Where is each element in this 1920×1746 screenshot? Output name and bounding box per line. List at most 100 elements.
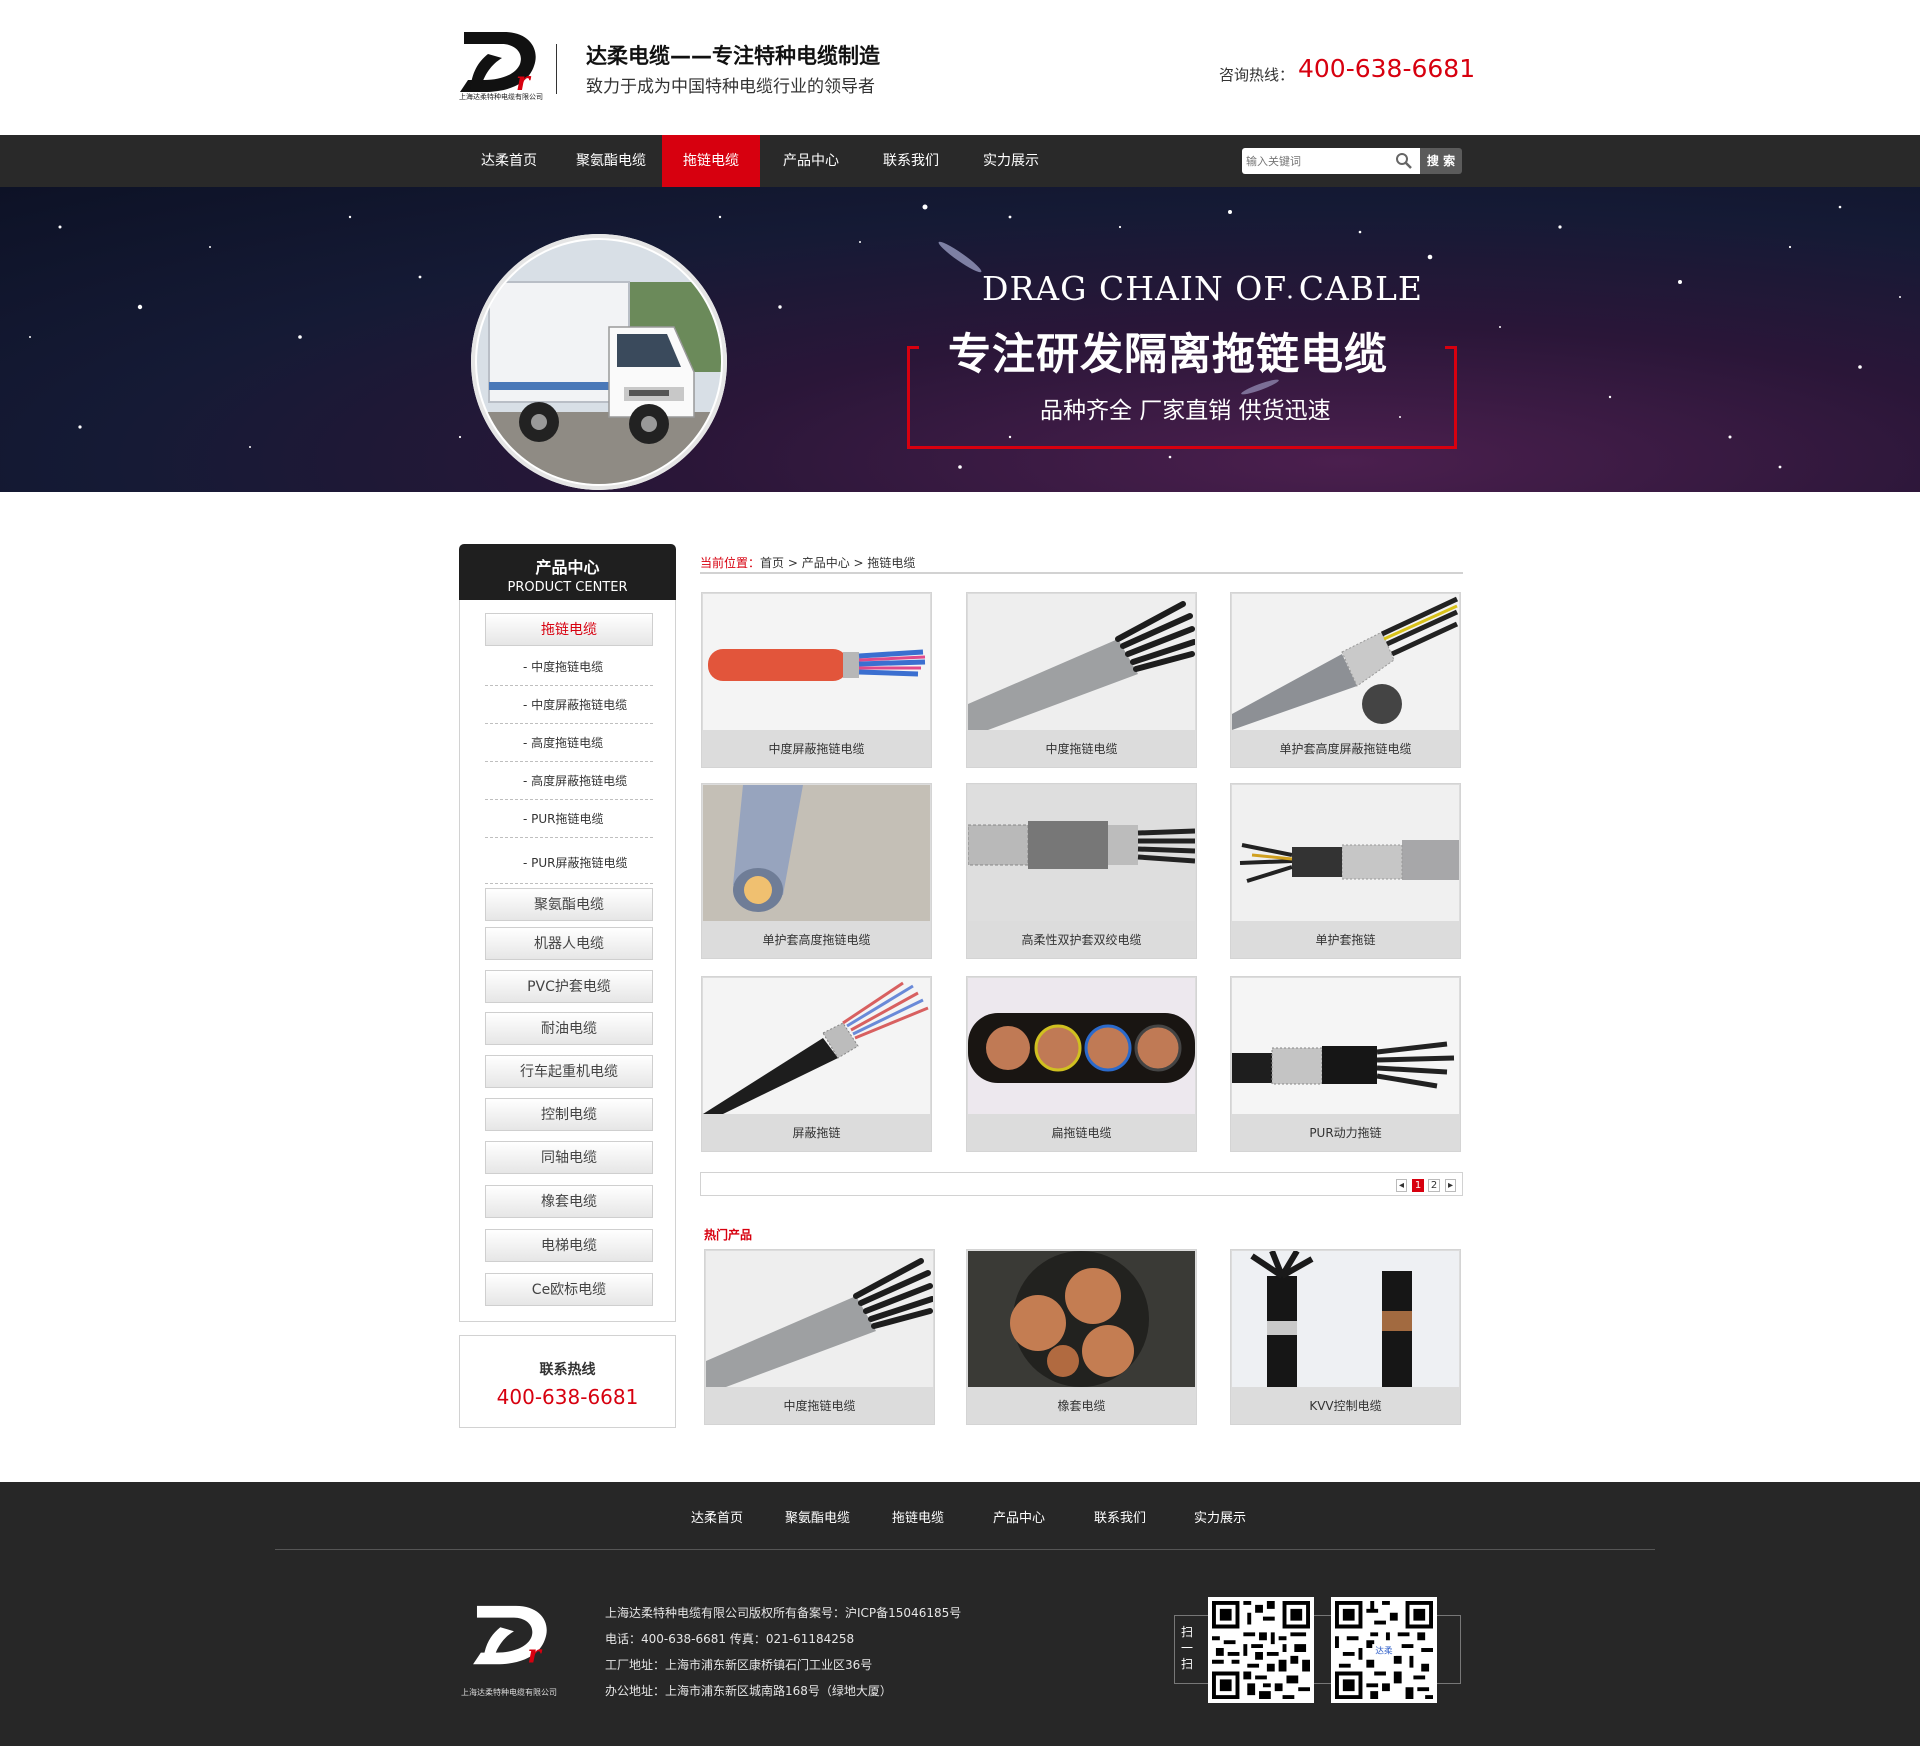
product-card[interactable]: 扁拖链电缆 [966,976,1197,1152]
shielded-cable-photo [1232,594,1459,730]
product-name: KVV控制电缆 [1309,1399,1382,1413]
hero-banner: DRAG CHAIN OF CABLE 专注研发隔离拖链电缆 品种齐全 厂家直销… [0,187,1920,492]
nav-item-product-center[interactable]: 产品中心 [766,135,856,187]
pagination-page-2[interactable]: 2 [1428,1179,1440,1192]
kvv-cable-photo [1232,1251,1459,1387]
brand-slogan: 致力于成为中国特种电缆行业的领导者 [586,77,875,97]
product-card[interactable]: 单护套高度拖链电缆 [701,783,932,959]
grey-cable-photo [968,594,1195,730]
footer-nav-home[interactable]: 达柔首页 [691,1507,743,1526]
hot-product-card[interactable]: 橡套电缆 [966,1249,1197,1425]
qr-code-icon: 达柔 [1331,1597,1437,1703]
nav-item-contact-us[interactable]: 联系我们 [866,135,956,187]
footer-copyright: 上海达柔特种电缆有限公司版权所有备案号：沪ICP备15046185号 [605,1606,962,1620]
sidebar-item[interactable]: 耐油电缆 [485,1012,653,1045]
search-input[interactable] [1242,148,1392,174]
search-box [1242,148,1420,174]
product-name: 单护套高度拖链电缆 [762,933,871,947]
breadcrumb-product-center-link[interactable]: 产品中心 [802,556,850,570]
product-name: 屏蔽拖链 [792,1126,841,1140]
footer-logo: r [473,1605,547,1668]
sidebar-subitem[interactable]: - 中度屏蔽拖链电缆 [485,686,653,724]
sidebar-subitem[interactable]: - 高度屏蔽拖链电缆 [485,762,653,800]
footer-office-address: 办公地址：上海市浦东新区城南路168号（绿地大厦） [605,1684,892,1698]
product-card[interactable]: PUR动力拖链 [1230,976,1461,1152]
footer-logo-subtitle: 上海达柔特种电缆有限公司 [461,1688,557,1697]
sidebar-item[interactable]: PVC护套电缆 [485,970,653,1003]
nav-item-drag-chain-cable[interactable]: 拖链电缆 [662,135,760,187]
sidebar-item[interactable]: 电梯电缆 [485,1229,653,1262]
product-card[interactable]: 高柔性双护套双绞电缆 [966,783,1197,959]
braided-cable-photo [968,785,1195,921]
sidebar-subitem[interactable]: - 高度拖链电缆 [485,724,653,762]
header-divider [556,44,557,94]
sidebar-item[interactable]: Ce欧标电缆 [485,1273,653,1306]
footer-phone-fax: 电话：400-638-6681 传真：021-61184258 [605,1632,855,1646]
footer-nav-drag-chain-cable[interactable]: 拖链电缆 [892,1507,944,1526]
product-name: 橡套电缆 [1057,1399,1106,1413]
product-card[interactable]: 中度屏蔽拖链电缆 [701,592,932,768]
footer-nav-polyurethane-cable[interactable]: 聚氨酯电缆 [785,1507,850,1526]
pagination-next[interactable]: ▸ [1445,1179,1456,1192]
nav-item-polyurethane-cable[interactable]: 聚氨酯电缆 [561,135,661,187]
banner-title-en: DRAG CHAIN OF CABLE [982,269,1424,308]
product-name: 扁拖链电缆 [1051,1126,1112,1140]
footer-nav-contact-us[interactable]: 联系我们 [1094,1507,1146,1526]
shielded-cable-photo [1232,785,1459,921]
product-card[interactable]: 屏蔽拖链 [701,976,932,1152]
nav-item-strength-showcase[interactable]: 实力展示 [966,135,1056,187]
sidebar-item[interactable]: 橡套电缆 [485,1185,653,1218]
hot-product-card[interactable]: 中度拖链电缆 [704,1249,935,1425]
footer-nav-strength-showcase[interactable]: 实力展示 [1194,1507,1246,1526]
logo-subtitle: 上海达柔特种电缆有限公司 [459,93,543,101]
nav-item-home[interactable]: 达柔首页 [464,135,554,187]
main-nav: 达柔首页 聚氨酯电缆 拖链电缆 产品中心 联系我们 实力展示 [0,135,1920,187]
footer-nav-product-center[interactable]: 产品中心 [993,1507,1045,1526]
sidebar-header: 产品中心 PRODUCT CENTER [459,544,676,600]
product-name: 中度拖链电缆 [783,1399,856,1413]
sidebar-item[interactable]: 机器人电缆 [485,927,653,960]
banner-title-cn: 专注研发隔离拖链电缆 [948,330,1388,380]
breadcrumb-home-link[interactable]: 首页 [760,556,784,570]
orange-cable-photo [703,594,930,730]
sidebar-item-drag-chain-cable[interactable]: 拖链电缆 [485,613,653,646]
sidebar-item[interactable]: 行车起重机电缆 [485,1055,653,1088]
product-name: 单护套高度屏蔽拖链电缆 [1279,742,1412,756]
copper-core-photo [968,1251,1195,1387]
company-logo[interactable]: r [458,28,542,102]
banner-tagline: 品种齐全 厂家直销 供货迅速 [1040,398,1331,424]
svg-text:r: r [528,1638,543,1668]
sidebar-item[interactable]: 控制电缆 [485,1098,653,1131]
sidebar-title-en: PRODUCT CENTER [507,580,628,595]
contact-label: 联系热线 [539,1362,596,1378]
sidebar-subitem[interactable]: - PUR拖链电缆 [485,800,653,838]
breadcrumb-label: 当前位置： [700,556,761,570]
sidebar-item[interactable]: 聚氨酯电缆 [485,888,653,921]
pur-cable-photo [1232,978,1459,1114]
cable-cross-section-photo [703,785,930,921]
breadcrumb-separator: > [784,556,802,570]
search-button[interactable]: 搜 索 [1420,148,1462,174]
search-icon[interactable] [1395,152,1413,170]
breadcrumb-separator: > [849,556,868,570]
product-card[interactable]: 单护套高度屏蔽拖链电缆 [1230,592,1461,768]
hot-product-card[interactable]: KVV控制电缆 [1230,1249,1461,1425]
breadcrumb-current-link[interactable]: 拖链电缆 [867,556,915,570]
sidebar-contact-box: 联系热线 400-638-6681 [459,1335,676,1428]
sidebar-item[interactable]: 同轴电缆 [485,1141,653,1174]
sidebar-subitem[interactable]: - PUR屏蔽拖链电缆 [485,840,653,884]
pagination-prev[interactable]: ◂ [1396,1179,1407,1192]
footer-divider [275,1549,1655,1550]
site-header: r 上海达柔特种电缆有限公司 达柔电缆——专注特种电缆制造 致力于成为中国特种电… [0,0,1920,135]
sidebar-subitem[interactable]: - 中度拖链电缆 [485,648,653,686]
footer-factory-address: 工厂地址：上海市浦东新区康桥镇石门工业区36号 [605,1658,873,1672]
sidebar-title-cn: 产品中心 [535,558,600,577]
product-name: 高柔性双护套双绞电缆 [1021,933,1142,947]
grey-cable-photo [706,1251,933,1387]
product-name: 单护套拖链 [1315,933,1376,947]
brand-title: 达柔电缆——专注特种电缆制造 [586,44,880,68]
product-card[interactable]: 单护套拖链 [1230,783,1461,959]
pagination-page-1[interactable]: 1 [1412,1179,1424,1192]
hotline-label: 咨询热线： [1219,66,1295,84]
product-card[interactable]: 中度拖链电缆 [966,592,1197,768]
